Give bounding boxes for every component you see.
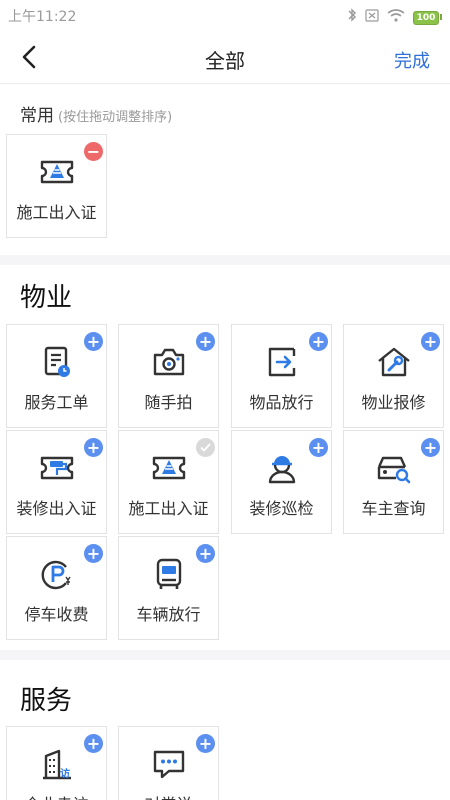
common-section-title: 常用 (按住拖动调整排序) bbox=[20, 101, 172, 126]
tile-car-owner-search[interactable]: 车主查询 + bbox=[343, 430, 444, 534]
add-badge[interactable]: + bbox=[196, 734, 215, 753]
tile-label: 对常说 bbox=[119, 791, 218, 800]
construction-pass-icon bbox=[152, 456, 185, 480]
chat-bubble-icon bbox=[153, 750, 184, 779]
bus-release-icon bbox=[156, 558, 181, 589]
status-time: 上午11:22 bbox=[8, 9, 77, 25]
tile-label: 车主查询 bbox=[361, 499, 426, 518]
tile-label: 停车收费 bbox=[24, 605, 89, 624]
construction-pass-icon bbox=[40, 160, 73, 184]
add-badge[interactable]: + bbox=[84, 544, 103, 563]
tile-construction-pass[interactable]: 施工出入证 bbox=[118, 430, 219, 534]
bluetooth-icon bbox=[348, 8, 356, 22]
camera-icon bbox=[153, 348, 184, 376]
section-title: 服务 bbox=[20, 686, 73, 716]
status-icons: 100 bbox=[347, 5, 442, 25]
wifi-icon bbox=[387, 8, 405, 22]
tile-label: 施工出入证 bbox=[128, 499, 209, 518]
status-bar: 上午11:22 100 bbox=[0, 0, 450, 30]
page-title: 全部 bbox=[205, 49, 245, 73]
tile-snapshot[interactable]: 随手拍 + bbox=[118, 324, 219, 428]
section-property: 物业 服务工单 + 随手拍 + 物品放行 + 物业报修 + 装修出入证 + 施工… bbox=[0, 265, 450, 650]
section-service: 服务 访 企业走访 + 对常说 + bbox=[0, 660, 450, 800]
tile-property-repair[interactable]: 物业报修 + bbox=[343, 324, 444, 428]
remove-badge[interactable]: − bbox=[84, 142, 103, 161]
add-badge[interactable]: + bbox=[421, 332, 440, 351]
add-badge[interactable]: + bbox=[84, 332, 103, 351]
section-title: 物业 bbox=[20, 283, 73, 313]
tile-label: 企业走访 bbox=[7, 791, 106, 800]
tile-chat[interactable]: 对常说 + bbox=[118, 726, 219, 800]
tile-label: 装修巡检 bbox=[249, 499, 314, 518]
house-repair-icon bbox=[377, 347, 410, 377]
battery-level: 100 bbox=[413, 11, 439, 25]
check-icon bbox=[200, 443, 211, 452]
tile-label: 装修出入证 bbox=[16, 499, 97, 518]
work-order-icon bbox=[44, 346, 70, 377]
decoration-pass-icon bbox=[40, 456, 73, 480]
add-badge[interactable]: + bbox=[84, 438, 103, 457]
tile-item-release[interactable]: 物品放行 + bbox=[231, 324, 332, 428]
company-visit-icon: 访 bbox=[42, 749, 71, 780]
tile-decoration-inspection[interactable]: 装修巡检 + bbox=[231, 430, 332, 534]
add-badge[interactable]: + bbox=[309, 438, 328, 457]
tile-label: 服务工单 bbox=[24, 393, 89, 412]
tile-label: 物品放行 bbox=[249, 393, 314, 412]
tile-parking-fee[interactable]: 停车收费 + bbox=[6, 536, 107, 640]
battery-icon: 100 bbox=[413, 5, 442, 25]
common-tile-construction-pass[interactable]: 施工出入证 − bbox=[6, 134, 107, 238]
sim-off-icon bbox=[365, 8, 379, 22]
tile-decoration-pass[interactable]: 装修出入证 + bbox=[6, 430, 107, 534]
add-badge[interactable]: + bbox=[84, 734, 103, 753]
nav-bar: 全部 完成 bbox=[0, 30, 450, 84]
common-section: 常用 (按住拖动调整排序) 施工出入证 − bbox=[0, 85, 450, 255]
parking-fee-icon bbox=[41, 560, 71, 590]
common-hint: (按住拖动调整排序) bbox=[58, 110, 173, 125]
section-divider bbox=[0, 650, 450, 660]
car-search-icon bbox=[377, 456, 410, 484]
tile-label: 施工出入证 bbox=[16, 203, 97, 222]
common-title-text: 常用 bbox=[20, 106, 54, 126]
tile-company-visit[interactable]: 访 企业走访 + bbox=[6, 726, 107, 800]
svg-text:访: 访 bbox=[60, 767, 70, 780]
tile-vehicle-release[interactable]: 车辆放行 + bbox=[118, 536, 219, 640]
add-badge[interactable]: + bbox=[421, 438, 440, 457]
section-divider bbox=[0, 255, 450, 265]
tile-service-order[interactable]: 服务工单 + bbox=[6, 324, 107, 428]
worker-inspection-icon bbox=[268, 456, 295, 484]
done-button[interactable]: 完成 bbox=[394, 47, 430, 73]
added-check-badge bbox=[196, 438, 215, 457]
tile-label: 物业报修 bbox=[361, 393, 426, 412]
add-badge[interactable]: + bbox=[196, 544, 215, 563]
item-release-icon bbox=[268, 347, 295, 377]
add-badge[interactable]: + bbox=[309, 332, 328, 351]
tile-label: 车辆放行 bbox=[136, 605, 201, 624]
tile-label: 随手拍 bbox=[144, 393, 193, 412]
add-badge[interactable]: + bbox=[196, 332, 215, 351]
